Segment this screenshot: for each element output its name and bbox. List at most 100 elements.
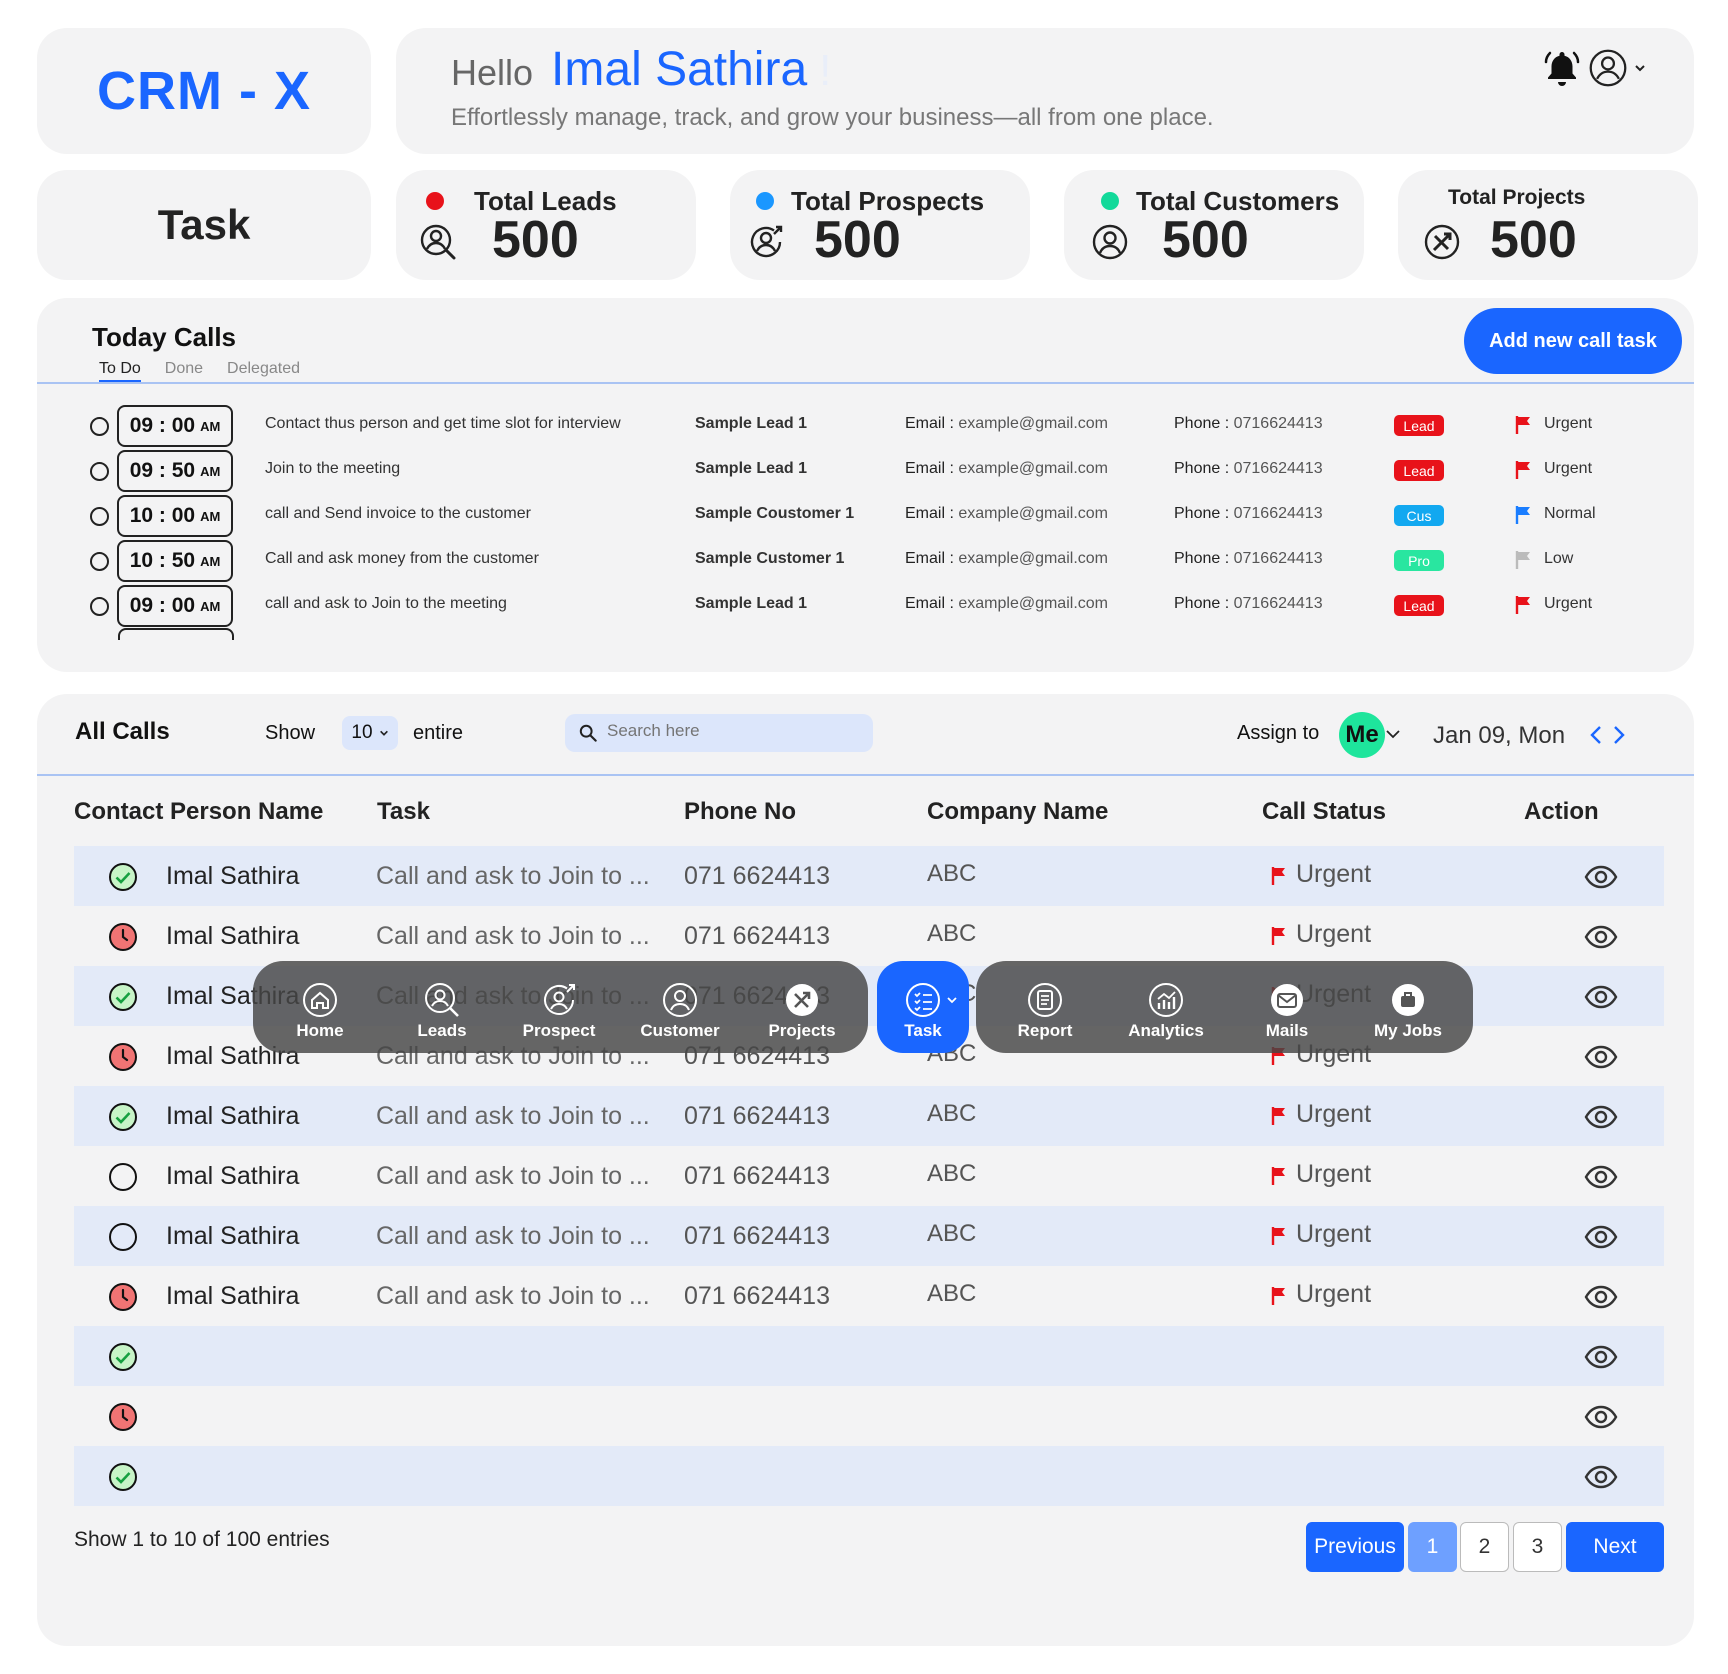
today-call-row[interactable]: 09 : 50 AM Join to the meeting Sample Lea… <box>37 450 1694 494</box>
chevron-right-icon[interactable] <box>1612 724 1626 746</box>
nav-item-leads[interactable]: Leads <box>390 981 494 1053</box>
call-contact[interactable]: Sample Lead 1 <box>695 595 807 613</box>
status-done-icon[interactable] <box>108 982 138 1012</box>
call-select-radio[interactable] <box>90 597 109 616</box>
table-row[interactable]: Imal Sathira Call and ask to Join to ...… <box>74 846 1664 906</box>
status-done-icon[interactable] <box>108 1462 138 1492</box>
status-done-icon[interactable] <box>108 1342 138 1372</box>
notification-bell-icon[interactable] <box>1542 48 1582 88</box>
tab-to-do[interactable]: To Do <box>99 360 141 383</box>
view-eye-icon[interactable] <box>1584 1463 1618 1491</box>
today-calls-panel: Today Calls To Do Done Delegated Add new… <box>37 298 1694 672</box>
view-eye-icon[interactable] <box>1584 1103 1618 1131</box>
call-select-radio[interactable] <box>90 462 109 481</box>
entries-summary: Show 1 to 10 of 100 entries <box>74 1528 330 1551</box>
call-select-radio[interactable] <box>90 417 109 436</box>
page-size-select[interactable]: 10 <box>342 716 398 750</box>
user-menu[interactable] <box>1588 46 1650 90</box>
assignee-select[interactable]: Me <box>1339 712 1385 758</box>
today-call-row[interactable]: 10 : 00 AM call and Send invoice to the c… <box>37 495 1694 539</box>
nav-item-projects[interactable]: Projects <box>750 981 854 1053</box>
task-text: Call and ask to Join to ... <box>376 1102 650 1130</box>
column-header: Action <box>1524 798 1599 825</box>
page-3-button[interactable]: 3 <box>1513 1522 1562 1572</box>
hello-text: Hello <box>451 52 534 93</box>
tab-delegated[interactable]: Delegated <box>227 360 300 383</box>
view-eye-icon[interactable] <box>1584 1043 1618 1071</box>
company-name: ABC <box>927 1280 977 1307</box>
table-row[interactable]: Imal Sathira Call and ask to Join to ...… <box>74 1086 1664 1146</box>
page-2-button[interactable]: 2 <box>1460 1522 1509 1572</box>
nav-item-task[interactable]: Task <box>871 981 975 1053</box>
table-row[interactable]: Imal Sathira Call and ask to Join to ...… <box>74 1146 1664 1206</box>
stat-total-leads[interactable]: Total Leads 500 <box>396 170 696 280</box>
view-eye-icon[interactable] <box>1584 1163 1618 1191</box>
search-box[interactable] <box>565 714 873 752</box>
status-pending-icon[interactable] <box>108 1162 138 1192</box>
nav-item-customer[interactable]: Customer <box>628 981 732 1053</box>
view-eye-icon[interactable] <box>1584 1283 1618 1311</box>
call-time: 09 : 00 AM <box>117 405 233 447</box>
type-badge: Cus <box>1394 505 1444 526</box>
nav-item-my-jobs[interactable]: My Jobs <box>1356 981 1460 1053</box>
view-eye-icon[interactable] <box>1584 1343 1618 1371</box>
status-overdue-icon[interactable] <box>108 1282 138 1312</box>
chevron-down-icon[interactable] <box>1385 728 1401 740</box>
add-new-call-task-button[interactable]: Add new call task <box>1464 308 1682 374</box>
table-row[interactable] <box>74 1446 1664 1506</box>
page-1-button[interactable]: 1 <box>1408 1522 1457 1572</box>
table-row[interactable]: Imal Sathira Call and ask to Join to ...… <box>74 1206 1664 1266</box>
nav-item-report[interactable]: Report <box>993 981 1097 1053</box>
chevron-down-icon <box>1635 65 1645 72</box>
flag-icon <box>1271 1287 1285 1305</box>
tab-done[interactable]: Done <box>165 360 203 383</box>
chevron-left-icon[interactable] <box>1589 724 1603 746</box>
view-eye-icon[interactable] <box>1584 1223 1618 1251</box>
stat-value: 500 <box>492 211 579 269</box>
view-eye-icon[interactable] <box>1584 983 1618 1011</box>
task-text: Call and ask to Join to ... <box>376 1282 650 1310</box>
view-eye-icon[interactable] <box>1584 1403 1618 1431</box>
call-contact[interactable]: Sample Customer 1 <box>695 550 844 568</box>
table-row[interactable]: Imal Sathira Call and ask to Join to ...… <box>74 1266 1664 1326</box>
priority-label: Urgent <box>1544 595 1593 612</box>
call-contact[interactable]: Sample Lead 1 <box>695 460 807 478</box>
page-title-card: Task <box>37 170 371 280</box>
call-contact[interactable]: Sample Coustomer 1 <box>695 505 854 523</box>
call-contact[interactable]: Sample Lead 1 <box>695 415 807 433</box>
status-overdue-icon[interactable] <box>108 1402 138 1432</box>
status-done-icon[interactable] <box>108 1102 138 1132</box>
date-label: Jan 09, Mon <box>1433 722 1566 749</box>
nav-item-mails[interactable]: Mails <box>1235 981 1339 1053</box>
nav-item-prospect[interactable]: Prospect <box>507 981 611 1053</box>
task-text: Call and ask to Join to ... <box>376 1162 650 1190</box>
status-overdue-icon[interactable] <box>108 922 138 952</box>
stat-total-prospects[interactable]: Total Prospects 500 <box>730 170 1030 280</box>
today-call-row[interactable]: 09 : 00 AM call and ask to Join to the me… <box>37 585 1694 629</box>
prospect-icon <box>544 984 575 1015</box>
nav-item-home[interactable]: Home <box>268 981 372 1053</box>
column-header: Contact Person Name <box>74 798 324 825</box>
column-header: Task <box>377 798 430 825</box>
status-overdue-icon[interactable] <box>108 1042 138 1072</box>
type-badge: Pro <box>1394 550 1444 571</box>
phone-number: 071 6624413 <box>684 1282 830 1310</box>
stat-total-customers[interactable]: Total Customers 500 <box>1064 170 1364 280</box>
status-done-icon[interactable] <box>108 862 138 892</box>
status-pending-icon[interactable] <box>108 1222 138 1252</box>
view-eye-icon[interactable] <box>1584 863 1618 891</box>
nav-item-analytics[interactable]: Analytics <box>1114 981 1218 1053</box>
call-select-radio[interactable] <box>90 507 109 526</box>
today-call-row[interactable]: 10 : 50 AM Call and ask money from the cu… <box>37 540 1694 584</box>
table-row[interactable]: Imal Sathira Call and ask to Join to ...… <box>74 906 1664 966</box>
next-button[interactable]: Next <box>1566 1522 1664 1572</box>
search-input[interactable] <box>607 721 857 741</box>
previous-button[interactable]: Previous <box>1306 1522 1404 1572</box>
table-row[interactable] <box>74 1326 1664 1386</box>
table-row[interactable] <box>74 1386 1664 1446</box>
stat-total-projects[interactable]: Total Projects 500 <box>1398 170 1698 280</box>
view-eye-icon[interactable] <box>1584 923 1618 951</box>
today-call-row[interactable]: 09 : 00 AM Contact thus person and get ti… <box>37 405 1694 449</box>
priority-label: Urgent <box>1544 415 1593 432</box>
call-select-radio[interactable] <box>90 552 109 571</box>
